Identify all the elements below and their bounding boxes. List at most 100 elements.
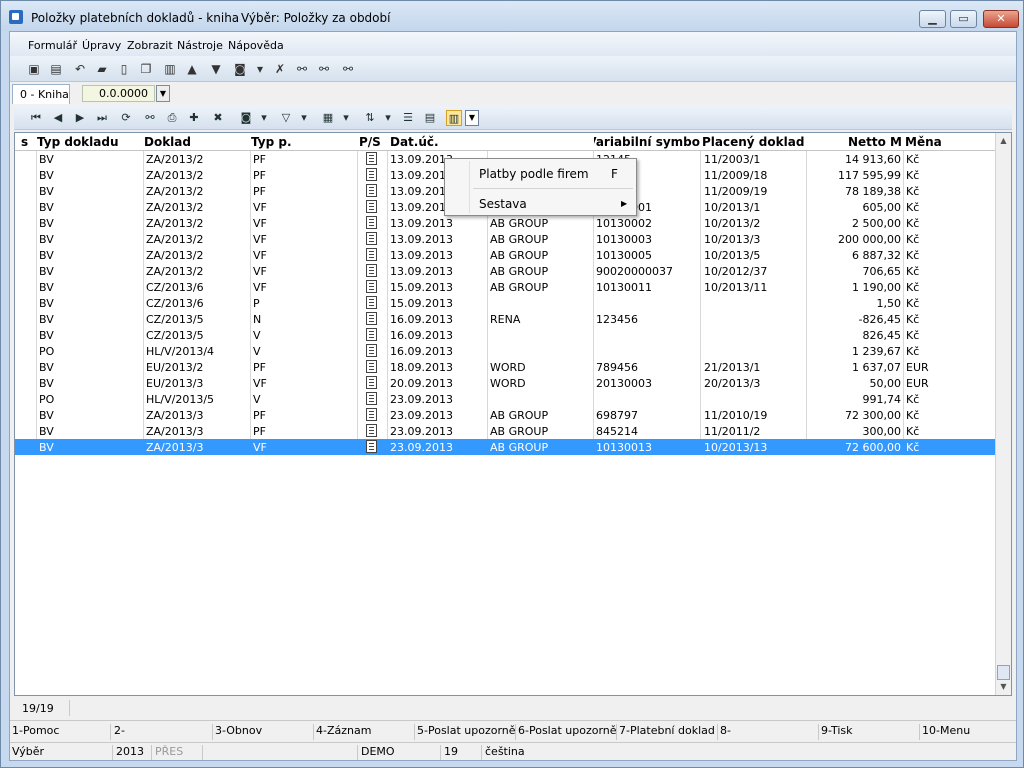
fkey-8[interactable]: 8- [718, 724, 819, 740]
fkey-1[interactable]: 1-Pomoc [10, 724, 111, 740]
table-row[interactable]: BV CZ/2013/6 VF 15.09.2013 AB GROUP 10130011 1… [15, 279, 995, 295]
cell-typ-dokladu: BV [39, 313, 54, 326]
sort-dropdown-icon[interactable]: ▾ [380, 110, 396, 126]
col-ps[interactable]: P/S [359, 135, 387, 149]
filter-dropdown-icon[interactable]: ▾ [296, 110, 312, 126]
table-row[interactable]: BV ZA/2013/3 PF 23.09.2013 AB GROUP 698797 11/… [15, 407, 995, 423]
col-var-symbol[interactable]: Variabilní symbo [594, 135, 700, 149]
menu-upravy[interactable]: Úpravy [82, 39, 121, 52]
cell-mena: Kč [906, 297, 920, 310]
cell-var-symbol: 10130003 [596, 233, 652, 246]
table-row[interactable]: PO HL/V/2013/5 V 23.09.2013 991,74 Kč [15, 391, 995, 407]
open-folder-icon[interactable]: ▰ [94, 61, 110, 77]
cell-firma: AB GROUP [490, 265, 549, 278]
table-row[interactable]: BV EU/2013/2 PF 18.09.2013 WORD 789456 21/2013… [15, 359, 995, 375]
col-typ-p[interactable]: Typ p. [251, 135, 357, 149]
first-record-icon[interactable]: ⏮ [28, 110, 44, 126]
cell-placeny-doklad: 21/2013/1 [704, 361, 761, 374]
status-bar: Výběr 2013 PŘES DEMO 19 čeština [10, 742, 1016, 760]
list-icon[interactable]: ☰ [400, 110, 416, 126]
new-document-icon[interactable]: ▯ [116, 61, 132, 77]
find-icon[interactable]: ⚯ [294, 61, 310, 77]
save-icon[interactable]: ▣ [26, 61, 42, 77]
cell-dat-uc: 16.09.2013 [390, 345, 453, 358]
table-row[interactable]: BV ZA/2013/3 PF 23.09.2013 AB GROUP 845214 11/… [15, 423, 995, 439]
last-record-icon[interactable]: ⏭ [94, 110, 110, 126]
title-bar[interactable]: Položky platebních dokladů - kniha Výběr… [1, 1, 1023, 31]
col-netto[interactable]: Netto M [808, 135, 902, 149]
period-field[interactable]: 0.0.0000 [82, 85, 155, 102]
table-row[interactable]: BV ZA/2013/2 VF 13.09.2013 AB GROUP 900200000… [15, 263, 995, 279]
excel-icon[interactable]: ▤ [422, 110, 438, 126]
fkey-9[interactable]: 9-Tisk [819, 724, 920, 740]
reports-icon[interactable]: ▥ [446, 110, 462, 126]
filter-icon[interactable]: ▽ [278, 110, 294, 126]
fkey-10[interactable]: 10-Menu [920, 724, 1015, 740]
maximize-button[interactable]: ▭ [950, 10, 977, 28]
fkey-3[interactable]: 3-Obnov [213, 724, 314, 740]
menu-napoveda[interactable]: Nápověda [228, 39, 284, 52]
arrow-up-icon[interactable]: ▲ [184, 61, 200, 77]
menu-nastroje[interactable]: Nástroje [177, 39, 223, 52]
camera-dropdown-icon[interactable]: ▾ [252, 61, 268, 77]
camera-icon[interactable]: ◙ [238, 110, 254, 126]
fkey-2[interactable]: 2- [112, 724, 213, 740]
prev-record-icon[interactable]: ◀ [50, 110, 66, 126]
find-all-icon[interactable]: ⚯ [340, 61, 356, 77]
table-row[interactable]: BV CZ/2013/5 N 16.09.2013 RENA 123456 -826,45 K… [15, 311, 995, 327]
copy-icon[interactable]: ❐ [138, 61, 154, 77]
camera-icon[interactable]: ◙ [232, 61, 248, 77]
table-row[interactable]: BV ZA/2013/2 VF 13.09.2013 AB GROUP 10130002 1… [15, 215, 995, 231]
menu-platby-podle-firem[interactable]: Platby podle firem [479, 167, 589, 181]
close-button[interactable]: ✕ [983, 10, 1019, 28]
undo-icon[interactable]: ↶ [72, 61, 88, 77]
table-row[interactable]: BV ZA/2013/3 VF 23.09.2013 AB GROUP 10130013 1… [15, 439, 995, 455]
cell-typ-p: PF [253, 185, 266, 198]
col-doklad[interactable]: Doklad [144, 135, 250, 149]
col-placeny-doklad[interactable]: Placený doklad [702, 135, 806, 149]
table-row[interactable]: BV CZ/2013/5 V 16.09.2013 826,45 Kč [15, 327, 995, 343]
cell-mena: Kč [906, 217, 920, 230]
col-typ-dokladu[interactable]: Typ dokladu [37, 135, 145, 149]
binoculars-icon[interactable]: ⚯ [142, 110, 158, 126]
remove-icon[interactable]: ✖ [210, 110, 226, 126]
table-row[interactable]: BV CZ/2013/6 P 15.09.2013 1,50 Kč [15, 295, 995, 311]
refresh-icon[interactable]: ⟳ [118, 110, 134, 126]
cell-typ-p: PF [253, 409, 266, 422]
minimize-button[interactable]: ▁ [919, 10, 946, 28]
cell-mena: Kč [906, 153, 920, 166]
print-icon[interactable]: ⎙ [164, 110, 180, 126]
next-record-icon[interactable]: ▶ [72, 110, 88, 126]
arrow-down-icon[interactable]: ▼ [208, 61, 224, 77]
col-dat-uc[interactable]: Dat.úč. [390, 135, 488, 149]
table-row[interactable]: PO HL/V/2013/4 V 16.09.2013 1 239,67 Kč [15, 343, 995, 359]
col-mena[interactable]: Měna [905, 135, 965, 149]
sort-icon[interactable]: ⇅ [362, 110, 378, 126]
menu-formular[interactable]: Formulář [28, 39, 77, 52]
table-row[interactable]: BV ZA/2013/2 VF 13.09.2013 AB GROUP 10130005 1… [15, 247, 995, 263]
book-icon[interactable]: ▥ [162, 61, 178, 77]
period-dropdown-button[interactable]: ▼ [156, 85, 170, 102]
menu-zobrazit[interactable]: Zobrazit [127, 39, 173, 52]
table-row[interactable]: BV EU/2013/3 VF 20.09.2013 WORD 20130003 20/20… [15, 375, 995, 391]
menu-sestava[interactable]: Sestava [479, 197, 527, 211]
filter-run-icon[interactable]: ✗ [272, 61, 288, 77]
find-next-icon[interactable]: ⚯ [316, 61, 332, 77]
columns-icon[interactable]: ▦ [320, 110, 336, 126]
vertical-scrollbar[interactable]: ▲ ▼ [995, 133, 1011, 695]
reports-dropdown-button[interactable]: ▼ [465, 110, 479, 126]
fkey-6[interactable]: 6-Poslat upozornění [516, 724, 617, 740]
fkey-5[interactable]: 5-Poslat upozornění [415, 724, 516, 740]
tab-kniha[interactable]: 0 - Kniha [12, 84, 70, 104]
table-row[interactable]: BV ZA/2013/2 VF 13.09.2013 AB GROUP 10130003 1… [15, 231, 995, 247]
scroll-down-icon[interactable]: ▼ [996, 679, 1011, 694]
camera-dropdown-icon[interactable]: ▾ [256, 110, 272, 126]
fkey-4[interactable]: 4-Záznam [314, 724, 415, 740]
scroll-thumb[interactable] [997, 665, 1010, 680]
fkey-7[interactable]: 7-Platební doklad [617, 724, 718, 740]
scroll-up-icon[interactable]: ▲ [996, 133, 1011, 148]
columns-dropdown-icon[interactable]: ▾ [338, 110, 354, 126]
add-star-icon[interactable]: ✚ [186, 110, 202, 126]
save-as-icon[interactable]: ▤ [48, 61, 64, 77]
cell-doklad: EU/2013/3 [146, 377, 204, 390]
